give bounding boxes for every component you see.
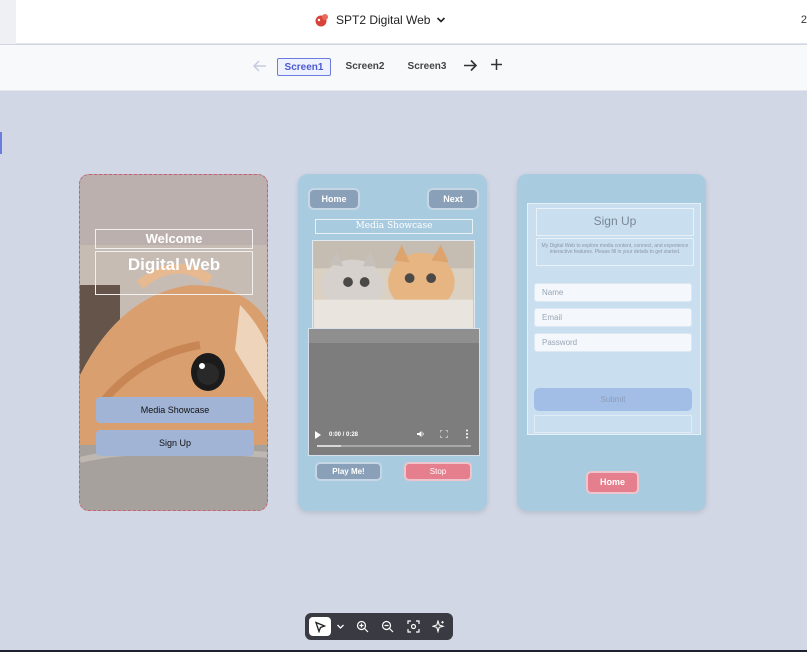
screen1-frame[interactable]: Welcome Digital Web Media Showcase Sign …	[79, 174, 268, 511]
video-progress-track[interactable]	[317, 445, 471, 447]
plus-icon[interactable]	[489, 57, 504, 72]
canvas-toolbar	[305, 613, 453, 640]
cat-background-image	[80, 175, 267, 510]
signup-description: My Digital Web to explore media content,…	[536, 238, 694, 266]
more-options-icon[interactable]	[464, 429, 470, 439]
project-title: SPT2 Digital Web	[336, 13, 431, 27]
arrow-right-icon[interactable]	[462, 57, 479, 74]
signup-form: Sign Up My Digital Web to explore media …	[527, 203, 701, 435]
fit-screen-button[interactable]	[404, 617, 422, 636]
email-field[interactable]: Email	[534, 308, 692, 327]
zoom-out-button[interactable]	[378, 617, 396, 636]
stop-button[interactable]: Stop	[404, 462, 472, 481]
video-player[interactable]: 0:00 / 0:28	[308, 328, 480, 456]
video-progress-fill	[317, 445, 341, 447]
top-header: SPT2 Digital Web 2	[0, 0, 807, 44]
screens-tab-bar: Screen1 Screen2 Screen3	[0, 45, 807, 91]
media-showcase-button[interactable]: Media Showcase	[96, 397, 254, 423]
ai-assist-button[interactable]	[429, 617, 447, 636]
fullscreen-icon[interactable]	[440, 430, 448, 438]
media-showcase-title: Media Showcase	[315, 219, 473, 234]
welcome-heading: Welcome	[95, 229, 253, 249]
tab-screen1[interactable]: Screen1	[277, 58, 331, 76]
cats-photo	[312, 240, 475, 330]
screen2-frame[interactable]: Home Next Media Showcase 0:00 / 0:28 Pla…	[298, 174, 487, 511]
video-top-bar	[309, 329, 479, 343]
sparkle-icon	[431, 620, 445, 633]
video-controls: 0:00 / 0:28	[315, 429, 475, 441]
corner-text: 2	[800, 14, 807, 26]
chevron-down-icon	[437, 17, 446, 23]
select-dropdown[interactable]	[333, 617, 347, 636]
project-selector[interactable]: SPT2 Digital Web	[314, 12, 446, 28]
screen3-frame[interactable]: Sign Up My Digital Web to explore media …	[517, 174, 706, 511]
zoom-in-icon	[356, 620, 368, 633]
tab-screen2[interactable]: Screen2	[341, 58, 389, 76]
form-empty-box	[534, 415, 692, 433]
zoom-in-button[interactable]	[353, 617, 371, 636]
tab-screen3[interactable]: Screen3	[403, 58, 451, 76]
zoom-out-icon	[381, 620, 393, 633]
home-button[interactable]: Home	[586, 471, 639, 494]
fit-screen-icon	[406, 620, 420, 633]
left-panel-tab[interactable]	[0, 0, 16, 44]
select-tool[interactable]	[309, 617, 331, 636]
name-field[interactable]: Name	[534, 283, 692, 302]
sign-up-button[interactable]: Sign Up	[96, 430, 254, 456]
arrow-left-icon[interactable]	[252, 58, 268, 74]
left-indicator	[0, 132, 2, 154]
volume-icon[interactable]	[417, 430, 425, 438]
cursor-icon	[314, 620, 326, 633]
video-time: 0:00 / 0:28	[329, 432, 359, 438]
submit-button[interactable]: Submit	[534, 388, 692, 411]
next-button[interactable]: Next	[427, 188, 479, 210]
digital-web-heading: Digital Web	[95, 251, 253, 295]
play-me-button[interactable]: Play Me!	[315, 462, 382, 481]
home-button[interactable]: Home	[308, 188, 360, 210]
signup-title: Sign Up	[536, 208, 694, 236]
chevron-down-icon	[336, 624, 344, 629]
app-logo-icon	[315, 14, 328, 27]
play-icon[interactable]	[315, 431, 321, 439]
password-field[interactable]: Password	[534, 333, 692, 352]
